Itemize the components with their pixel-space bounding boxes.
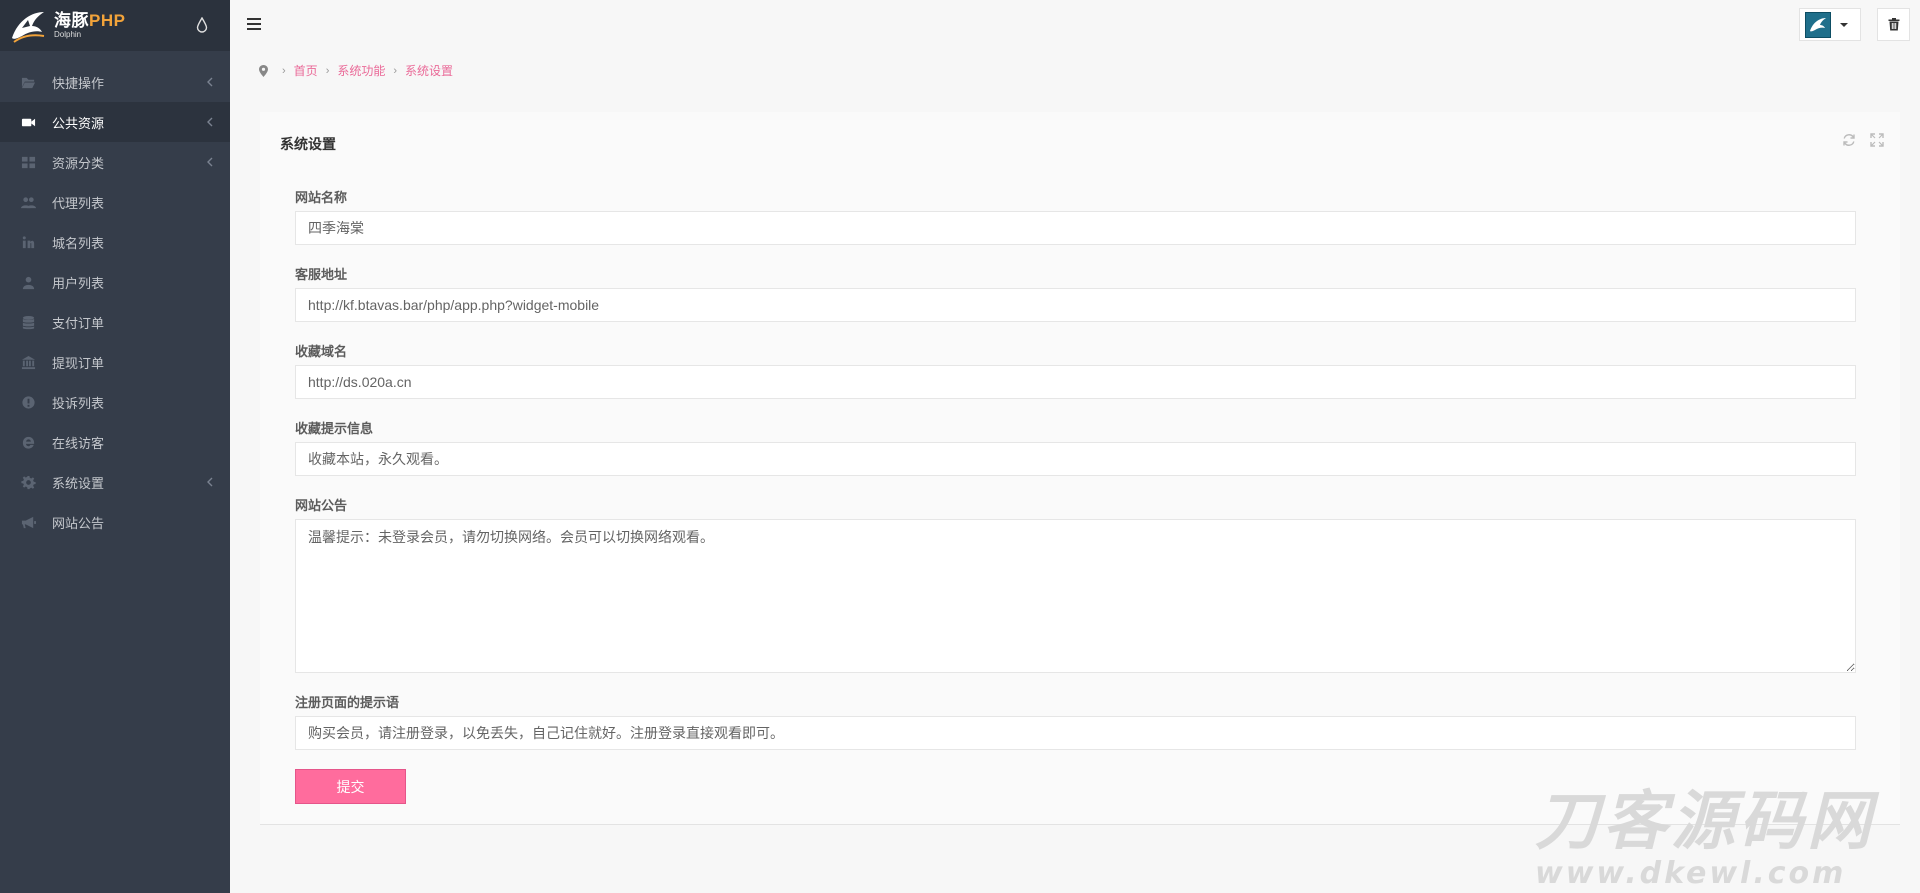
sidebar-item-label: 网站公告 xyxy=(52,515,105,531)
register-tip-group: 注册页面的提示语 xyxy=(295,692,1856,750)
internet-explorer-icon xyxy=(21,435,36,450)
chevron-left-icon xyxy=(207,77,213,87)
service-url-label: 客服地址 xyxy=(295,267,348,282)
sidebar-header: 海豚PHP Dolphin xyxy=(0,0,230,51)
sidebar-item-label: 快捷操作 xyxy=(52,75,105,91)
watermark-url: www.dkewl.com xyxy=(1535,856,1847,891)
dolphin-avatar-icon xyxy=(1810,17,1826,31)
breadcrumb-separator: › xyxy=(282,64,286,77)
sidebar-item-label: 资源分类 xyxy=(52,155,105,171)
breadcrumb-system-settings[interactable]: 系统设置 xyxy=(405,62,453,79)
submit-button[interactable]: 提交 xyxy=(295,769,406,804)
sidebar-item-withdraw-orders[interactable]: 提现订单 xyxy=(0,342,230,382)
refresh-button[interactable] xyxy=(1842,133,1856,147)
trash-icon xyxy=(1888,18,1899,31)
fav-domain-input[interactable] xyxy=(295,365,1856,399)
sidebar-item-label: 系统设置 xyxy=(52,475,105,491)
chevron-left-icon xyxy=(207,477,213,487)
chevron-left-icon xyxy=(207,157,213,167)
sidebar-item-domains[interactable]: 城名列表 xyxy=(0,222,230,262)
sidebar: 海豚PHP Dolphin 快捷操作 公共资源 资源分类 代理列表 城名列表 用… xyxy=(0,0,230,893)
sidebar-nav: 快捷操作 公共资源 资源分类 代理列表 城名列表 用户列表 支付订单 提现订单 … xyxy=(0,62,230,542)
theme-drop-icon[interactable] xyxy=(196,17,208,33)
chevron-left-icon xyxy=(207,117,213,127)
hamburger-icon xyxy=(247,18,261,20)
fullscreen-button[interactable] xyxy=(1870,133,1884,147)
menu-toggle-button[interactable] xyxy=(247,18,261,32)
brand-logo-text: 海豚PHP Dolphin xyxy=(54,12,125,39)
user-icon xyxy=(21,275,36,290)
sidebar-item-label: 用户列表 xyxy=(52,275,105,291)
fav-domain-label: 收藏域名 xyxy=(295,344,348,359)
sidebar-item-system-settings[interactable]: 系统设置 xyxy=(0,462,230,502)
hamburger-icon-line xyxy=(247,28,261,30)
settings-block: 系统设置 网站名称 客服地址 收藏域名 收藏提示信息 xyxy=(260,112,1900,825)
map-marker-icon xyxy=(259,64,268,77)
sidebar-item-announcements[interactable]: 网站公告 xyxy=(0,502,230,542)
topbar xyxy=(230,0,1920,51)
folder-open-icon xyxy=(21,75,36,90)
fav-tip-label: 收藏提示信息 xyxy=(295,421,374,436)
notice-label: 网站公告 xyxy=(295,498,348,513)
site-name-label: 网站名称 xyxy=(295,190,348,205)
users-icon xyxy=(21,195,36,210)
sidebar-item-resource-categories[interactable]: 资源分类 xyxy=(0,142,230,182)
user-menu-button[interactable] xyxy=(1799,8,1861,41)
database-icon xyxy=(21,315,36,330)
video-camera-icon xyxy=(21,115,36,130)
block-title: 系统设置 xyxy=(280,136,336,152)
bullhorn-icon xyxy=(21,515,36,530)
block-tools xyxy=(1842,133,1884,147)
brand-name-accent: PHP xyxy=(89,11,126,30)
grid-icon xyxy=(21,155,36,170)
sidebar-item-public-resources[interactable]: 公共资源 xyxy=(0,102,230,142)
breadcrumb-separator: › xyxy=(325,64,330,77)
breadcrumb-system-functions[interactable]: 系统功能 xyxy=(337,62,385,79)
sidebar-item-label: 公共资源 xyxy=(52,115,105,131)
fav-tip-input[interactable] xyxy=(295,442,1856,476)
sidebar-item-online-visitors[interactable]: 在线访客 xyxy=(0,422,230,462)
sidebar-item-label: 在线访客 xyxy=(52,435,105,451)
breadcrumb: › 首页 › 系统功能 › 系统设置 xyxy=(259,62,453,79)
linkedin-icon xyxy=(21,235,36,250)
hamburger-icon-line xyxy=(247,23,261,25)
exclamation-circle-icon xyxy=(21,395,36,410)
fav-tip-group: 收藏提示信息 xyxy=(295,418,1856,476)
register-tip-label: 注册页面的提示语 xyxy=(295,695,400,710)
notice-textarea[interactable]: 温馨提示：未登录会员，请勿切换网络。会员可以切换网络观看。 xyxy=(295,519,1856,673)
bank-icon xyxy=(21,355,36,370)
refresh-icon xyxy=(1843,134,1855,146)
notice-group: 网站公告 温馨提示：未登录会员，请勿切换网络。会员可以切换网络观看。 xyxy=(295,495,1856,676)
service-url-group: 客服地址 xyxy=(295,264,1856,322)
sidebar-item-label: 提现订单 xyxy=(52,355,105,371)
sidebar-item-payment-orders[interactable]: 支付订单 xyxy=(0,302,230,342)
sidebar-item-label: 代理列表 xyxy=(52,195,105,211)
site-name-input[interactable] xyxy=(295,211,1856,245)
clear-cache-button[interactable] xyxy=(1877,8,1910,41)
sidebar-item-agents[interactable]: 代理列表 xyxy=(0,182,230,222)
caret-down-icon xyxy=(1840,22,1848,27)
breadcrumb-separator: › xyxy=(393,64,398,77)
gear-icon xyxy=(21,475,36,490)
expand-icon xyxy=(1870,133,1884,147)
service-url-input[interactable] xyxy=(295,288,1856,322)
sidebar-item-label: 城名列表 xyxy=(52,235,105,251)
breadcrumb-home[interactable]: 首页 xyxy=(294,62,318,79)
register-tip-input[interactable] xyxy=(295,716,1856,750)
sidebar-item-quick-actions[interactable]: 快捷操作 xyxy=(0,62,230,102)
avatar xyxy=(1805,11,1831,38)
brand-name: 海豚 xyxy=(54,11,89,30)
brand-subtitle: Dolphin xyxy=(54,30,82,39)
dolphin-logo-icon[interactable] xyxy=(8,6,48,46)
fav-domain-group: 收藏域名 xyxy=(295,341,1856,399)
site-name-group: 网站名称 xyxy=(295,187,1856,245)
sidebar-item-label: 支付订单 xyxy=(52,315,105,331)
sidebar-item-complaints[interactable]: 投诉列表 xyxy=(0,382,230,422)
sidebar-item-label: 投诉列表 xyxy=(52,395,105,411)
sidebar-item-users[interactable]: 用户列表 xyxy=(0,262,230,302)
